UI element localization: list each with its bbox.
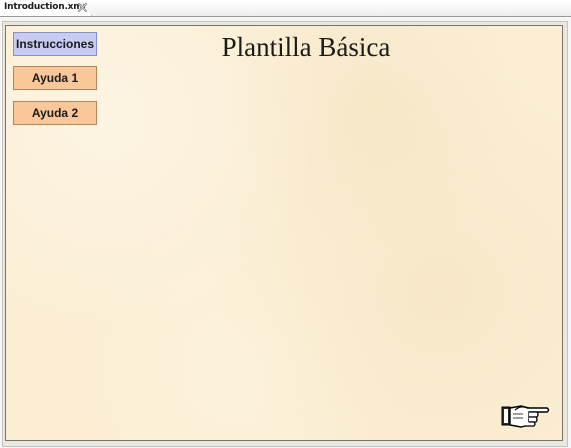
instrucciones-button[interactable]: Instrucciones — [13, 32, 97, 56]
editor-window: Introduction.xml Plantilla Básica Instru… — [0, 0, 571, 448]
slide-title: Plantilla Básica — [221, 32, 391, 62]
tab-label: Introduction.xml — [4, 2, 86, 12]
ayuda-2-button[interactable]: Ayuda 2 — [13, 101, 97, 125]
pointing-hand-right-icon[interactable] — [501, 402, 551, 430]
ayuda-1-button[interactable]: Ayuda 1 — [13, 66, 97, 90]
tab-bar: Introduction.xml — [0, 0, 571, 17]
close-x-icon[interactable] — [77, 2, 88, 13]
slide-canvas: Plantilla Básica Instrucciones Ayuda 1 A… — [5, 25, 563, 441]
